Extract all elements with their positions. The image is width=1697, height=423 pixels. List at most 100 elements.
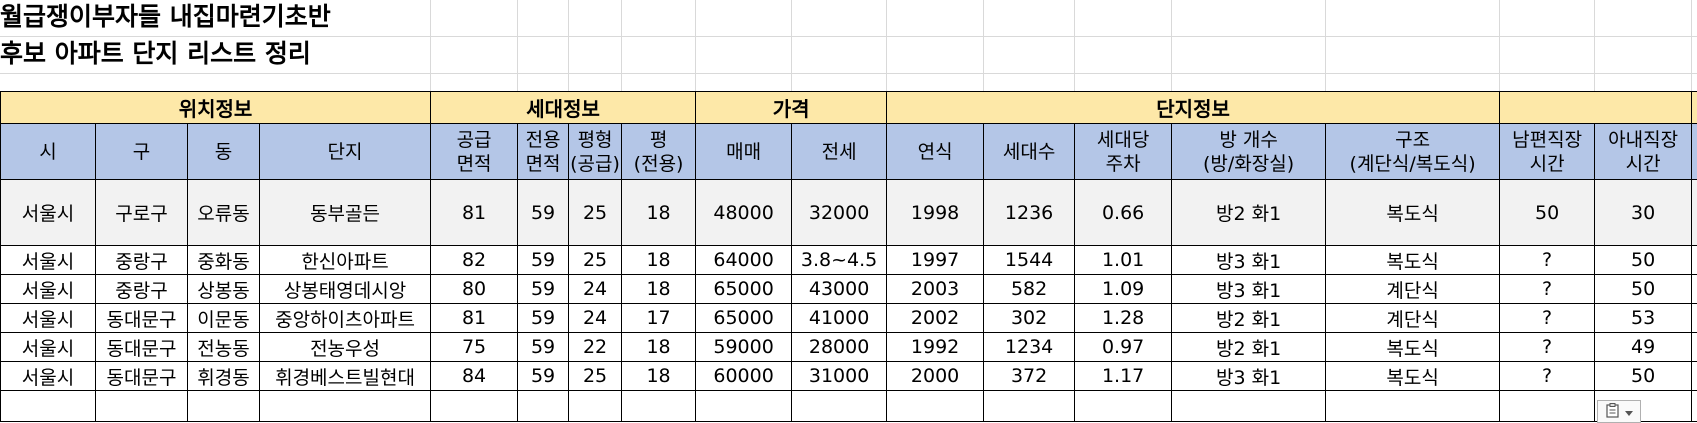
empty-cell[interactable]: [95, 390, 188, 422]
table-cell[interactable]: 복도식: [1325, 361, 1501, 391]
table-cell[interactable]: 방2 화1: [1171, 332, 1327, 362]
table-cell[interactable]: 59: [517, 332, 570, 362]
table-cell[interactable]: ?: [1499, 245, 1596, 275]
column-header[interactable]: 세대당 주차: [1074, 123, 1173, 180]
table-cell[interactable]: 동대문구: [95, 332, 188, 362]
column-header[interactable]: 방 개수 (방/화장실): [1171, 123, 1327, 180]
table-cell[interactable]: 오류동: [187, 179, 260, 246]
table-cell[interactable]: 302: [983, 303, 1076, 333]
table-cell[interactable]: 18: [621, 274, 697, 304]
table-cell[interactable]: 59: [517, 361, 570, 391]
table-cell[interactable]: 휘경동: [187, 361, 260, 391]
column-header[interactable]: 전세: [791, 123, 888, 180]
table-cell[interactable]: 82: [430, 245, 519, 275]
table-cell[interactable]: 18: [621, 361, 697, 391]
column-header[interactable]: 단지: [258, 123, 432, 180]
group-header-household[interactable]: 세대정보: [430, 91, 697, 124]
table-cell[interactable]: 24: [568, 303, 623, 333]
table-cell[interactable]: 25: [568, 361, 623, 391]
table-cell[interactable]: 0.66: [1074, 179, 1173, 246]
table-cell[interactable]: 53: [1594, 303, 1693, 333]
table-cell[interactable]: 계단식: [1325, 274, 1501, 304]
table-cell[interactable]: 24: [568, 274, 623, 304]
table-cell[interactable]: 48000: [695, 179, 793, 246]
table-cell[interactable]: 59: [517, 245, 570, 275]
sheet-cell[interactable]: [1691, 245, 1697, 275]
table-cell[interactable]: 1997: [886, 245, 985, 275]
table-cell[interactable]: 상봉태영데시앙: [258, 274, 432, 304]
table-cell[interactable]: 81: [430, 179, 519, 246]
empty-cell[interactable]: [568, 390, 623, 422]
group-header-location[interactable]: 위치정보: [0, 91, 432, 124]
table-cell[interactable]: 방2 화1: [1171, 303, 1327, 333]
column-header[interactable]: 구: [95, 123, 188, 180]
sheet-cell[interactable]: [1691, 91, 1697, 124]
table-cell[interactable]: 2003: [886, 274, 985, 304]
table-cell[interactable]: 2000: [886, 361, 985, 391]
sheet-cell[interactable]: [1691, 332, 1697, 362]
table-cell[interactable]: 81: [430, 303, 519, 333]
table-cell[interactable]: 25: [568, 245, 623, 275]
table-cell[interactable]: 복도식: [1325, 332, 1501, 362]
sheet-cell[interactable]: [1691, 303, 1697, 333]
table-cell[interactable]: 60000: [695, 361, 793, 391]
empty-cell[interactable]: [430, 390, 519, 422]
table-cell[interactable]: 50: [1594, 274, 1693, 304]
table-cell[interactable]: 43000: [791, 274, 888, 304]
table-cell[interactable]: 1.09: [1074, 274, 1173, 304]
table-cell[interactable]: 동대문구: [95, 361, 188, 391]
table-cell[interactable]: 59000: [695, 332, 793, 362]
table-cell[interactable]: 18: [621, 179, 697, 246]
group-header-complex[interactable]: 단지정보: [886, 91, 1501, 124]
table-cell[interactable]: 방3 화1: [1171, 361, 1327, 391]
table-cell[interactable]: 17: [621, 303, 697, 333]
table-cell[interactable]: 64000: [695, 245, 793, 275]
column-header[interactable]: 평형 (공급): [568, 123, 623, 180]
table-cell[interactable]: 3.8~4.5: [791, 245, 888, 275]
table-cell[interactable]: 25: [568, 179, 623, 246]
table-cell[interactable]: 서울시: [0, 303, 96, 333]
column-header[interactable]: 남편직장 시간: [1499, 123, 1596, 180]
table-cell[interactable]: 복도식: [1325, 179, 1501, 246]
table-cell[interactable]: 0.97: [1074, 332, 1173, 362]
table-cell[interactable]: 1998: [886, 179, 985, 246]
empty-cell[interactable]: [517, 390, 570, 422]
table-cell[interactable]: ?: [1499, 332, 1596, 362]
empty-cell[interactable]: [1499, 390, 1596, 422]
table-cell[interactable]: 65000: [695, 274, 793, 304]
table-cell[interactable]: 1.28: [1074, 303, 1173, 333]
table-cell[interactable]: 한신아파트: [258, 245, 432, 275]
table-cell[interactable]: 49: [1594, 332, 1693, 362]
column-header[interactable]: 연식: [886, 123, 985, 180]
table-cell[interactable]: 상봉동: [187, 274, 260, 304]
table-cell[interactable]: 372: [983, 361, 1076, 391]
paste-options-button[interactable]: [1597, 400, 1641, 423]
column-header[interactable]: 시: [0, 123, 96, 180]
table-cell[interactable]: 서울시: [0, 179, 96, 246]
column-header[interactable]: 아내직장 시간: [1594, 123, 1693, 180]
empty-cell[interactable]: [258, 390, 432, 422]
table-cell[interactable]: 서울시: [0, 361, 96, 391]
sheet-cell[interactable]: [1691, 123, 1697, 180]
table-cell[interactable]: 1.17: [1074, 361, 1173, 391]
table-cell[interactable]: 59: [517, 274, 570, 304]
empty-cell[interactable]: [791, 390, 888, 422]
table-cell[interactable]: 방2 화1: [1171, 179, 1327, 246]
empty-cell[interactable]: [1325, 390, 1501, 422]
group-header-price[interactable]: 가격: [695, 91, 888, 124]
table-cell[interactable]: 동대문구: [95, 303, 188, 333]
sheet-cell[interactable]: [1691, 361, 1697, 391]
column-header[interactable]: 세대수: [983, 123, 1076, 180]
table-cell[interactable]: 1544: [983, 245, 1076, 275]
table-cell[interactable]: ?: [1499, 361, 1596, 391]
empty-cell[interactable]: [1074, 390, 1173, 422]
column-header[interactable]: 동: [187, 123, 260, 180]
table-cell[interactable]: 서울시: [0, 274, 96, 304]
empty-cell[interactable]: [0, 390, 96, 422]
table-cell[interactable]: 서울시: [0, 332, 96, 362]
table-cell[interactable]: 50: [1594, 361, 1693, 391]
table-cell[interactable]: 이문동: [187, 303, 260, 333]
table-cell[interactable]: 2002: [886, 303, 985, 333]
group-header-commute[interactable]: [1499, 91, 1693, 124]
table-cell[interactable]: 41000: [791, 303, 888, 333]
